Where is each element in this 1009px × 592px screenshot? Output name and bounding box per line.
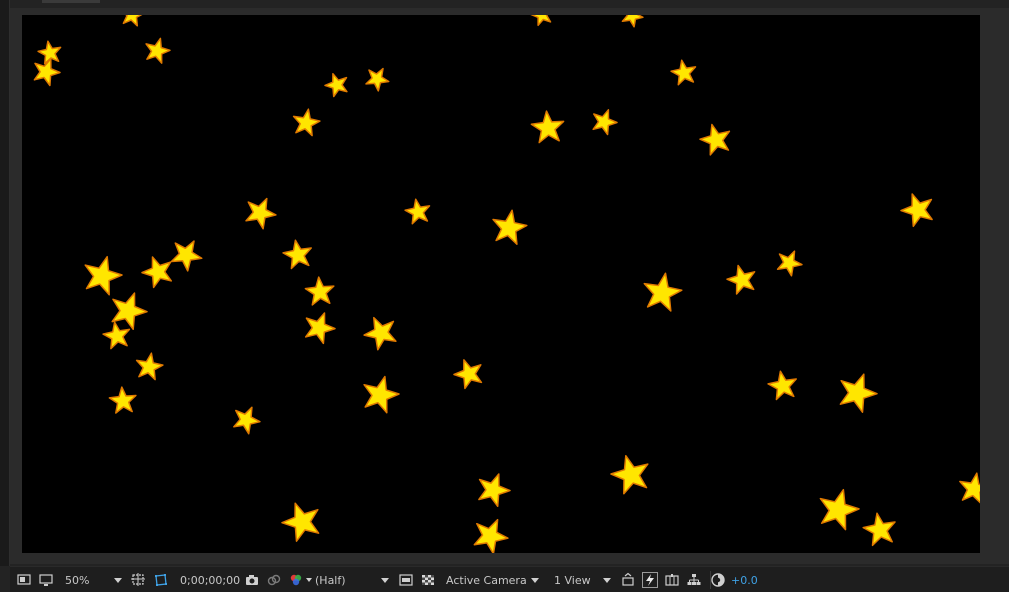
star-shape — [530, 15, 552, 27]
fast-previews-icon[interactable] — [398, 572, 414, 588]
composition-canvas[interactable] — [22, 15, 980, 553]
star-shape — [900, 193, 933, 228]
zoom-label: 50% — [65, 573, 90, 587]
chevron-down-icon — [531, 577, 539, 583]
star-shape — [959, 472, 980, 504]
star-shape — [33, 58, 61, 87]
star-shape — [282, 239, 312, 270]
star-shape — [170, 240, 203, 272]
star-shape — [365, 67, 390, 92]
star-shape — [245, 197, 277, 230]
star-shape — [453, 359, 483, 390]
star-shape — [363, 375, 400, 414]
camera-view-label: Active Camera — [446, 573, 527, 587]
star-shape — [643, 272, 683, 312]
viewer-toolbar: 50% 0;00;00;00 (Half) Active Camera 1 Vi… — [10, 566, 1009, 592]
star-shape — [145, 37, 171, 64]
star-shape — [726, 264, 756, 295]
show-snapshot-icon[interactable] — [266, 572, 282, 588]
star-shape — [135, 352, 164, 381]
star-shape — [102, 321, 131, 350]
star-shape — [776, 250, 803, 277]
star-shape — [108, 386, 137, 414]
exposure-value[interactable]: +0.0 — [731, 572, 758, 588]
star-shape — [819, 488, 860, 531]
star-shape — [122, 15, 143, 27]
flowchart-icon[interactable] — [686, 572, 702, 588]
monitor-preview-icon[interactable] — [16, 572, 32, 588]
star-shape — [670, 59, 697, 86]
star-shape — [404, 198, 431, 225]
star-shape — [839, 373, 878, 413]
star-shape — [473, 518, 509, 553]
zoom-dropdown[interactable] — [114, 572, 122, 588]
reset-exposure-icon[interactable] — [620, 572, 636, 588]
star-shape — [492, 209, 528, 245]
star-shape — [621, 15, 644, 28]
top-tab-strip — [10, 0, 1009, 8]
left-panel-edge — [0, 0, 10, 566]
lightning-icon[interactable] — [642, 572, 658, 588]
composition-viewer-window: 50% 0;00;00;00 (Half) Active Camera 1 Vi… — [0, 0, 1009, 592]
transparency-grid-icon[interactable] — [420, 572, 436, 588]
composition-tab[interactable] — [42, 0, 100, 3]
region-of-interest-icon[interactable] — [130, 572, 146, 588]
exposure-icon[interactable] — [710, 572, 726, 588]
star-shape — [699, 123, 731, 156]
star-shape — [281, 502, 320, 542]
chevron-down-icon — [114, 577, 122, 583]
camera-snapshot-icon[interactable] — [244, 572, 260, 588]
star-shape — [363, 316, 397, 351]
star-shape — [84, 255, 123, 296]
star-shape — [767, 370, 797, 401]
channels-dropdown[interactable] — [306, 572, 312, 588]
star-shape — [478, 473, 511, 508]
star-shape — [111, 292, 148, 331]
timeline-icon[interactable] — [664, 572, 680, 588]
star-shape — [304, 276, 335, 306]
chevron-down-icon — [306, 578, 312, 582]
star-shape — [610, 454, 649, 495]
star-shape — [324, 72, 348, 98]
star-shape — [530, 110, 565, 144]
chevron-down-icon — [603, 577, 611, 583]
resolution-dropdown[interactable] — [381, 572, 389, 588]
rgb-channels-icon[interactable] — [288, 572, 304, 588]
resolution-label: (Half) — [315, 573, 346, 587]
view-layout-dropdown[interactable] — [603, 572, 611, 588]
view-layout-label: 1 View — [554, 573, 591, 587]
star-shape — [862, 512, 896, 547]
star-shape — [592, 109, 618, 136]
stars-layer — [33, 15, 980, 553]
star-shape — [141, 256, 173, 289]
star-shape — [292, 108, 321, 137]
chevron-down-icon — [381, 577, 389, 583]
camera-view-dropdown[interactable] — [531, 572, 539, 588]
star-shape — [233, 406, 261, 435]
display-icon[interactable] — [38, 572, 54, 588]
star-shape — [304, 312, 336, 345]
current-time-display[interactable]: 0;00;00;00 — [180, 572, 240, 588]
mask-visibility-icon[interactable] — [153, 572, 169, 588]
